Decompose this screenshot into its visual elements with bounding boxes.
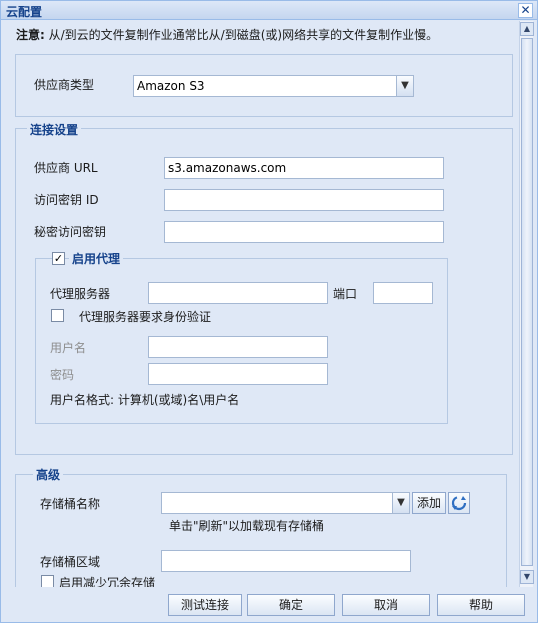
note: 注意: 从/到云的文件复制作业通常比从/到磁盘(或)网络共享的文件复制作业慢。 — [16, 26, 438, 43]
dialog-footer: 测试连接 确定 取消 帮助 — [1, 588, 537, 622]
scrollbar-thumb[interactable] — [521, 38, 533, 566]
close-icon[interactable]: ✕ — [518, 3, 533, 18]
dialog-body: 注意: 从/到云的文件复制作业通常比从/到磁盘(或)网络共享的文件复制作业慢。 … — [1, 21, 518, 587]
proxy-auth-checkbox[interactable] — [51, 309, 64, 322]
secret-key-label: 秘密访问密钥 — [34, 225, 107, 239]
test-connection-button[interactable]: 测试连接 — [168, 594, 242, 616]
enable-proxy-checkbox[interactable]: ✓ — [52, 252, 65, 265]
access-key-label: 访问密钥 ID — [34, 193, 99, 207]
cloud-config-dialog: 云配置 ✕ 注意: 从/到云的文件复制作业通常比从/到磁盘(或)网络共享的文件复… — [0, 0, 538, 623]
port-label: 端口 — [333, 287, 358, 301]
username-label: 用户名 — [50, 341, 87, 355]
help-button[interactable]: 帮助 — [437, 594, 525, 616]
enable-proxy-legend: 启用代理 — [69, 250, 124, 267]
provider-type-select[interactable]: Amazon S3 — [133, 75, 397, 97]
secret-key-input[interactable] — [164, 221, 444, 243]
connection-settings-legend: 连接设置 — [27, 121, 82, 138]
scroll-down-icon[interactable]: ▼ — [520, 570, 534, 584]
bucket-name-label: 存储桶名称 — [40, 497, 101, 511]
password-input[interactable] — [148, 363, 328, 385]
advanced-legend: 高级 — [33, 466, 64, 483]
chevron-down-icon[interactable]: ▼ — [396, 75, 414, 97]
title-bar[interactable]: 云配置 ✕ — [1, 1, 537, 20]
provider-url-label: 供应商 URL — [34, 161, 98, 175]
bucket-region-input[interactable] — [161, 550, 411, 572]
ok-button[interactable]: 确定 — [247, 594, 335, 616]
refresh-buckets-hint: 单击"刷新"以加载现有存储桶 — [169, 519, 325, 533]
proxy-server-input[interactable] — [148, 282, 328, 304]
bucket-region-label: 存储桶区域 — [40, 555, 101, 569]
proxy-server-label: 代理服务器 — [50, 287, 111, 301]
reduced-redundancy-checkbox[interactable] — [41, 575, 54, 587]
access-key-input[interactable] — [164, 189, 444, 211]
note-text: 从/到云的文件复制作业通常比从/到磁盘(或)网络共享的文件复制作业慢。 — [44, 28, 439, 42]
password-label: 密码 — [50, 368, 75, 382]
add-bucket-button[interactable]: 添加 — [412, 492, 446, 514]
provider-url-input[interactable]: s3.amazonaws.com — [164, 157, 444, 179]
cancel-button[interactable]: 取消 — [342, 594, 430, 616]
port-input[interactable] — [373, 282, 433, 304]
scroll-up-icon[interactable]: ▲ — [520, 22, 534, 36]
vertical-scrollbar[interactable]: ▲ ▼ — [519, 21, 534, 587]
proxy-auth-label: 代理服务器要求身份验证 — [79, 310, 212, 324]
username-format-hint: 用户名格式: 计算机(或域)名\用户名 — [50, 393, 240, 407]
reduced-redundancy-label: 启用减少冗余存储 — [59, 576, 156, 587]
bucket-name-select[interactable] — [161, 492, 393, 514]
provider-type-label: 供应商类型 — [34, 78, 95, 92]
username-input[interactable] — [148, 336, 328, 358]
note-label: 注意: — [16, 28, 45, 42]
dialog-title: 云配置 — [6, 5, 43, 19]
refresh-icon[interactable] — [448, 492, 470, 514]
chevron-down-icon[interactable]: ▼ — [392, 492, 410, 514]
